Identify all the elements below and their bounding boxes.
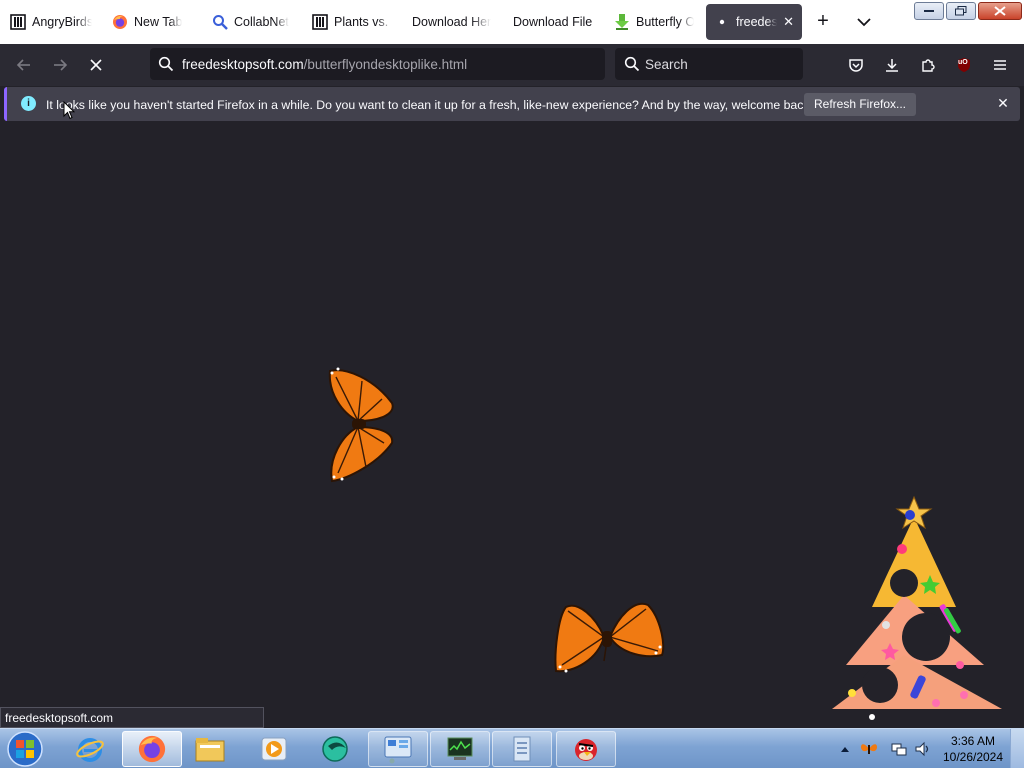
search-icon bbox=[158, 56, 174, 75]
firefox-icon bbox=[138, 735, 166, 763]
folder-icon bbox=[195, 738, 225, 762]
firefox-icon bbox=[112, 14, 128, 30]
christmas-tree-image[interactable] bbox=[828, 495, 1008, 723]
new-tab-button[interactable]: + bbox=[812, 11, 834, 33]
document-icon bbox=[513, 736, 531, 762]
ublock-badge: uO bbox=[958, 59, 968, 66]
download-arrow-icon bbox=[614, 14, 630, 30]
link-status-panel: freedesktopsoft.com bbox=[0, 707, 264, 728]
tab-butterfly[interactable]: Butterfly O bbox=[606, 4, 702, 40]
task-manager-icon bbox=[447, 737, 473, 760]
loading-dot-icon bbox=[714, 14, 730, 30]
notification-bar: i It looks like you haven't started Fire… bbox=[4, 87, 1020, 121]
teal-app-icon bbox=[322, 736, 348, 762]
screen: AngryBirds New Tab CollabNet Plants vs. … bbox=[0, 0, 1024, 768]
tab-new-tab[interactable]: New Tab bbox=[104, 4, 200, 40]
restore-button[interactable] bbox=[946, 2, 976, 20]
taskbar-file-explorer[interactable] bbox=[180, 731, 240, 767]
tray-expand-arrow-icon[interactable] bbox=[840, 745, 850, 753]
tab-title: Download File bbox=[513, 15, 593, 29]
url-bar[interactable]: freedesktopsoft.com/butterflyondesktopli… bbox=[150, 48, 605, 80]
download-icon[interactable] bbox=[883, 56, 901, 74]
taskbar-document-app[interactable] bbox=[492, 731, 552, 767]
magnifier-icon bbox=[212, 14, 228, 30]
control-panel-icon bbox=[384, 736, 412, 764]
close-icon[interactable]: ✕ bbox=[783, 14, 794, 30]
clock-time: 3:36 AM bbox=[950, 734, 996, 748]
search-input[interactable]: Search bbox=[615, 48, 803, 80]
taskbar-clock[interactable]: 3:36 AM 10/26/2024 bbox=[940, 733, 1006, 765]
volume-icon[interactable] bbox=[914, 740, 932, 758]
mouse-cursor-icon bbox=[63, 101, 75, 120]
menu-hamburger-icon[interactable] bbox=[991, 56, 1009, 74]
tab-download-file[interactable]: Download File bbox=[505, 4, 605, 40]
close-icon[interactable]: ✕ bbox=[995, 95, 1011, 111]
tab-title: Download Her bbox=[412, 15, 492, 29]
back-button[interactable] bbox=[12, 54, 36, 76]
extensions-puzzle-icon[interactable] bbox=[919, 56, 937, 74]
clock-date: 10/26/2024 bbox=[942, 750, 1004, 764]
butterfly-image[interactable] bbox=[322, 363, 402, 485]
stop-x-icon bbox=[90, 59, 102, 71]
tab-title: AngryBirds bbox=[32, 15, 92, 29]
taskbar-angry-birds[interactable] bbox=[556, 731, 616, 767]
tab-freedesktopsoft[interactable]: freedesk ✕ bbox=[706, 4, 802, 40]
forward-button[interactable] bbox=[48, 54, 72, 76]
taskbar-task-manager[interactable] bbox=[430, 731, 490, 767]
minimize-button[interactable] bbox=[914, 2, 944, 20]
tab-title: freedesk bbox=[736, 15, 778, 29]
ublock-icon[interactable]: uO bbox=[955, 56, 973, 74]
close-window-button[interactable] bbox=[978, 2, 1022, 20]
start-button[interactable] bbox=[4, 730, 46, 768]
tab-strip: AngryBirds New Tab CollabNet Plants vs. … bbox=[0, 0, 1024, 44]
tab-title: Butterfly O bbox=[636, 15, 694, 29]
back-arrow-icon bbox=[16, 59, 30, 71]
columns-icon bbox=[10, 14, 26, 30]
taskbar-app-teal[interactable] bbox=[306, 731, 366, 767]
chevron-down-icon[interactable] bbox=[854, 12, 874, 32]
notification-message: It looks like you haven't started Firefo… bbox=[46, 98, 813, 112]
taskbar-internet-explorer[interactable] bbox=[60, 731, 120, 767]
window-controls bbox=[914, 2, 1022, 20]
tab-download-here[interactable]: Download Her bbox=[404, 4, 500, 40]
taskbar-media-player[interactable] bbox=[244, 731, 304, 767]
tab-plants-vs-zombies[interactable]: Plants vs. Z bbox=[304, 4, 400, 40]
columns-icon bbox=[312, 14, 328, 30]
url-host: freedesktopsoft.com bbox=[182, 56, 304, 72]
url-path: /butterflyondesktoplike.html bbox=[303, 56, 468, 72]
angry-bird-icon bbox=[575, 739, 597, 761]
search-icon bbox=[624, 56, 640, 75]
tab-title: CollabNet bbox=[234, 15, 289, 29]
taskbar-firefox[interactable] bbox=[122, 731, 182, 767]
page-content bbox=[0, 127, 1024, 728]
internet-explorer-icon bbox=[76, 738, 104, 762]
tab-angrybirds[interactable]: AngryBirds bbox=[2, 4, 100, 40]
show-desktop-button[interactable] bbox=[1010, 729, 1024, 768]
windows-logo-icon bbox=[7, 731, 43, 767]
pocket-icon[interactable] bbox=[847, 56, 865, 74]
butterfly-tray-icon[interactable] bbox=[860, 741, 878, 757]
taskbar: 3:36 AM 10/26/2024 bbox=[0, 728, 1024, 768]
nav-bar: freedesktopsoft.com/butterflyondesktopli… bbox=[0, 44, 1024, 86]
taskbar-control-panel[interactable] bbox=[368, 731, 428, 767]
forward-arrow-icon bbox=[54, 59, 68, 71]
butterfly-image[interactable] bbox=[548, 595, 668, 677]
stop-button[interactable] bbox=[84, 54, 108, 76]
tab-title: New Tab bbox=[134, 15, 183, 29]
refresh-firefox-button[interactable]: Refresh Firefox... bbox=[804, 93, 916, 116]
search-placeholder: Search bbox=[645, 56, 688, 72]
media-player-icon bbox=[261, 737, 287, 761]
network-icon[interactable] bbox=[890, 740, 908, 758]
tab-collabnet[interactable]: CollabNet bbox=[204, 4, 300, 40]
info-icon: i bbox=[21, 96, 36, 111]
tab-title: Plants vs. Z bbox=[334, 15, 392, 29]
